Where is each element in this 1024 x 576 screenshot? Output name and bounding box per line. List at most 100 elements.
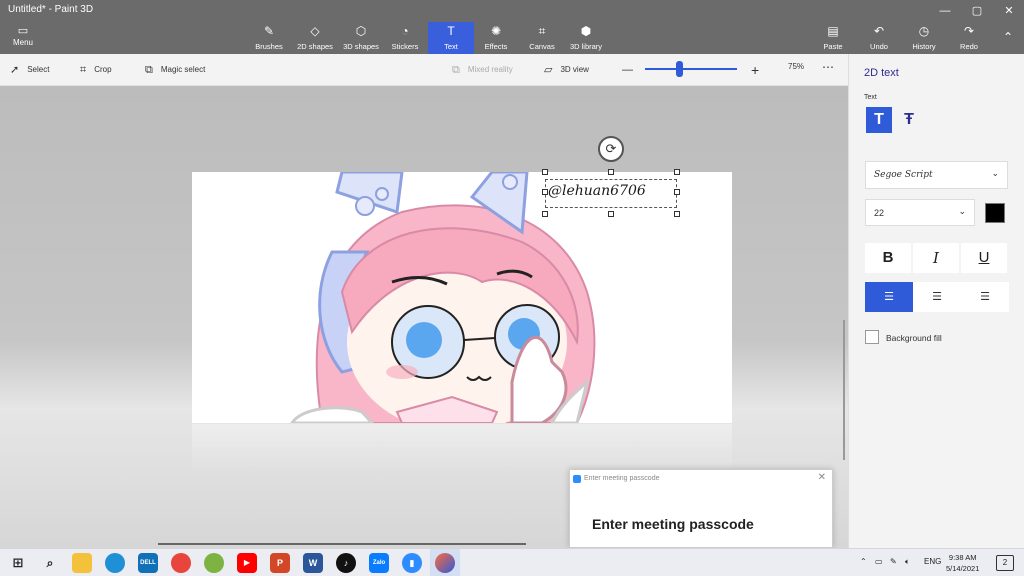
tool-stickers[interactable]: ◔ Stickers (388, 22, 422, 54)
tool-2d-shapes[interactable]: ◇ 2D shapes (294, 22, 336, 54)
redo-icon: ↷ (963, 24, 975, 38)
menu-button[interactable]: ▭ Menu (6, 24, 40, 50)
top-toolbar: Untitled* - Paint 3D — ▢ ✕ ▭ Menu ✎ Brus… (0, 0, 1024, 54)
mixed-reality-icon: ⧉ (452, 64, 460, 76)
rotate-handle[interactable]: ⟳ (598, 136, 624, 162)
canvas-icon: ⌗ (538, 24, 546, 38)
undo-button[interactable]: ↶ Undo (866, 22, 892, 54)
resize-handle-sw[interactable] (542, 211, 548, 217)
search-icon[interactable]: ⌕ (40, 553, 60, 573)
font-dropdown[interactable]: Segoe Script ⌄ (865, 161, 1008, 189)
font-name: Segoe Script (874, 170, 933, 180)
clock[interactable]: 9:38 AM 5/14/2021 (946, 552, 979, 574)
crop-icon: ⌗ (80, 64, 87, 76)
zoom-slider-track[interactable] (645, 68, 737, 70)
zoom-icon[interactable]: ▮ (402, 553, 422, 573)
resize-handle-n[interactable] (608, 169, 614, 175)
youtube-icon[interactable]: ▶ (237, 553, 257, 573)
battery-icon[interactable]: ▭ (875, 557, 883, 566)
history-button[interactable]: ◷ History (908, 22, 940, 54)
drawing-canvas[interactable] (192, 172, 732, 423)
zoom-slider-thumb[interactable] (676, 61, 683, 77)
canvas-text[interactable]: @lehuan6706 (548, 183, 646, 199)
powerpoint-icon[interactable]: P (270, 553, 290, 573)
background-fill-checkbox[interactable] (865, 330, 879, 344)
chrome-icon[interactable] (171, 553, 191, 573)
secondary-toolbar: ➚ Select ⌗ Crop ⧉ Magic select ⧉ Mixed r… (0, 54, 848, 86)
2d-text-type-button[interactable]: T (866, 107, 892, 133)
edge-icon[interactable] (105, 553, 125, 573)
tool-canvas[interactable]: ⌗ Canvas (526, 22, 558, 54)
minimize-button[interactable]: — (930, 2, 960, 20)
chevron-down-icon: ⌄ (958, 206, 966, 216)
3d-text-type-button[interactable]: Ŧ (896, 107, 922, 133)
pen-icon[interactable]: ✎ (890, 557, 897, 566)
notification-center-button[interactable]: 2 (996, 555, 1014, 571)
tiktok-icon[interactable]: ♪ (336, 553, 356, 573)
select-button[interactable]: ➚ Select (10, 62, 49, 78)
brush-icon: ✎ (263, 24, 275, 38)
cursor-icon: ➚ (10, 64, 20, 76)
zoom-in-button[interactable]: + (751, 62, 759, 78)
paint-3d-icon[interactable] (435, 553, 455, 573)
file-explorer-icon[interactable] (72, 553, 92, 573)
tool-text[interactable]: T Text (428, 22, 474, 54)
folder-icon: ▭ (17, 25, 29, 37)
underline-button[interactable]: U (961, 243, 1007, 273)
align-left-button[interactable]: ☰ (865, 282, 913, 312)
3d-view-button[interactable]: ▱ 3D view (544, 62, 589, 78)
dialog-title: Enter meeting passcode (584, 475, 660, 482)
tool-effects[interactable]: ✺ Effects (480, 22, 512, 54)
maximize-button[interactable]: ▢ (962, 2, 992, 20)
zoom-percentage[interactable]: 75% (788, 62, 804, 71)
text-type-label: Text (864, 94, 877, 101)
align-right-button[interactable]: ☰ (961, 282, 1009, 312)
align-center-icon: ☰ (932, 291, 942, 303)
dell-icon[interactable]: DELL (138, 553, 158, 573)
text-icon: T (447, 24, 455, 38)
resize-handle-se[interactable] (674, 211, 680, 217)
plus-icon: + (751, 62, 760, 78)
greenshot-icon[interactable] (204, 553, 224, 573)
more-options-button[interactable]: ⋯ (822, 60, 834, 74)
font-size: 22 (874, 208, 885, 218)
tool-3d-library[interactable]: ⬢ 3D library (566, 22, 606, 54)
window-title: Untitled* - Paint 3D (8, 4, 94, 15)
paste-button[interactable]: ▤ Paste (820, 22, 846, 54)
resize-handle-ne[interactable] (674, 169, 680, 175)
start-icon[interactable]: ⊞ (8, 553, 28, 573)
font-size-dropdown[interactable]: 22 ⌄ (865, 199, 975, 226)
zalo-icon[interactable]: Zalo (369, 553, 389, 573)
canvas-reflection (192, 424, 732, 474)
dialog-close-button[interactable]: ✕ (818, 472, 826, 483)
clock-date: 5/14/2021 (946, 564, 980, 573)
crop-button[interactable]: ⌗ Crop (80, 62, 112, 78)
resize-handle-w[interactable] (542, 189, 548, 195)
align-center-button[interactable]: ☰ (913, 282, 961, 312)
text-color-swatch[interactable] (985, 203, 1005, 223)
bold-button[interactable]: B (865, 243, 911, 273)
zoom-out-button[interactable]: — (622, 62, 633, 78)
resize-handle-s[interactable] (608, 211, 614, 217)
horizontal-scrollbar[interactable] (158, 543, 526, 545)
language-indicator[interactable]: ENG (924, 557, 941, 566)
italic-button[interactable]: I (913, 243, 959, 273)
mixed-reality-button[interactable]: ⧉ Mixed reality (452, 62, 513, 78)
magic-select-button[interactable]: ⧉ Magic select (145, 62, 205, 78)
chevron-down-icon: ⌄ (991, 168, 999, 178)
windows-taskbar: ⊞ ⌕ DELL ▶ P W ♪ Zalo ▮ ⌃ ▭ ✎ 🔈︎ ENG 9:3… (0, 548, 1024, 576)
vertical-scrollbar[interactable] (843, 320, 845, 460)
meeting-passcode-dialog: Enter meeting passcode ✕ Enter meeting p… (569, 469, 833, 548)
menu-label: Menu (12, 38, 33, 47)
resize-handle-nw[interactable] (542, 169, 548, 175)
clock-time: 9:38 AM (948, 553, 977, 562)
close-button[interactable]: ✕ (994, 2, 1024, 20)
show-hidden-icons-button[interactable]: ⌃ (860, 557, 867, 566)
redo-button[interactable]: ↷ Redo (956, 22, 982, 54)
text-box[interactable]: @lehuan6706 (545, 179, 677, 208)
volume-icon[interactable]: 🔈︎ (905, 557, 910, 567)
tool-brushes[interactable]: ✎ Brushes (252, 22, 286, 54)
tool-3d-shapes[interactable]: ⬡ 3D shapes (340, 22, 382, 54)
word-icon[interactable]: W (303, 553, 323, 573)
resize-handle-e[interactable] (674, 189, 680, 195)
